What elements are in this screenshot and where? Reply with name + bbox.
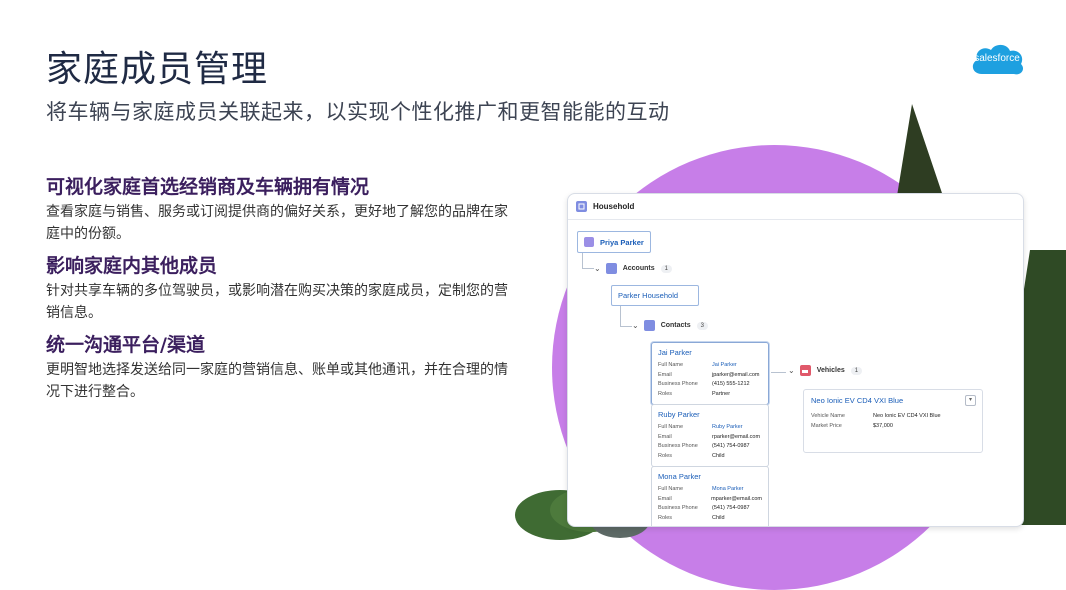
feature-section-1: 可视化家庭首选经销商及车辆拥有情况 查看家庭与销售、服务或订阅提供商的偏好关系，… (46, 174, 516, 245)
feature-section-3: 统一沟通平台/渠道 更明智地选择发送给同一家庭的营销信息、账单或其他通讯，并在合… (46, 332, 516, 403)
vehicle-card[interactable]: ▾ Neo Ionic EV CD4 VXI Blue Vehicle Name… (803, 389, 983, 453)
field-label: Email (658, 433, 672, 440)
field-value: mparker@email.com (711, 495, 762, 502)
page-subtitle: 将车辆与家庭成员关联起来，以实现个性化推广和更智能能的互动 (46, 100, 670, 124)
contact-card[interactable]: Ruby Parker Full Name Ruby Parker Email rp… (651, 404, 769, 467)
field-value: jparker@email.com (712, 371, 760, 378)
field-value: Child (712, 514, 725, 521)
vehicles-count-badge: 1 (850, 366, 863, 375)
field-label: Full Name (658, 486, 684, 492)
field-label: Full Name (658, 424, 684, 430)
feature-body: 针对共享车辆的多位驾驶员，或影响潜在购买决策的家庭成员，定制您的营销信息。 (46, 283, 508, 321)
feature-heading: 统一沟通平台/渠道 (46, 334, 205, 356)
field-value: (541) 754-0987 (712, 443, 750, 449)
field-label: Email (658, 371, 672, 378)
field-value[interactable]: Ruby Parker (712, 423, 743, 433)
vehicles-label: Vehicles (816, 367, 845, 374)
field-value: Partner (712, 390, 731, 397)
logo-text: salesforce (974, 53, 1020, 64)
field-label: Roles (658, 514, 673, 521)
feature-section-2: 影响家庭内其他成员 针对共享车辆的多位驾驶员，或影响潜在购买决策的家庭成员，定制… (46, 253, 516, 324)
field-value: $37,000 (873, 422, 893, 429)
field-label: Business Phone (658, 443, 698, 449)
chevron-down-icon[interactable]: ⌄ (788, 366, 795, 375)
dropdown-chevron-icon[interactable]: ▾ (965, 395, 976, 406)
field-label: Roles (658, 452, 673, 459)
field-label: Business Phone (658, 381, 698, 387)
feature-heading: 影响家庭内其他成员 (46, 255, 218, 277)
field-label: Vehicle Name (811, 413, 845, 419)
field-label: Email (658, 495, 672, 502)
contacts-group[interactable]: ⌄ Contacts 3 (632, 320, 708, 331)
accounts-group[interactable]: ⌄ Accounts 1 (594, 263, 672, 274)
field-value: rparker@email.com (712, 433, 761, 440)
field-value[interactable]: Mona Parker (712, 485, 744, 495)
chevron-down-icon[interactable]: ⌄ (632, 321, 639, 330)
field-label: Roles (658, 390, 673, 397)
contact-card-name[interactable]: Jai Parker (658, 348, 762, 357)
account-name: Parker Household (618, 291, 679, 300)
field-value[interactable]: Jai Parker (712, 361, 737, 371)
root-contact-name: Priya Parker (600, 237, 644, 247)
contact-icon (584, 237, 594, 247)
field-value: (415) 555-1212 (712, 381, 750, 387)
field-value: Neo Ionic EV CD4 VXI Blue (873, 413, 941, 419)
panel-header: Household (568, 194, 1023, 220)
chevron-down-icon[interactable]: ⌄ (594, 264, 601, 273)
feature-list: 可视化家庭首选经销商及车辆拥有情况 查看家庭与销售、服务或订阅提供商的偏好关系，… (46, 174, 516, 411)
contact-card-name[interactable]: Ruby Parker (658, 410, 762, 419)
contacts-label: Contacts (660, 322, 691, 329)
vehicles-group[interactable]: ⌄ Vehicles 1 (788, 365, 863, 376)
contact-card[interactable]: Mona Parker Full Name Mona Parker Email mp… (651, 466, 769, 526)
feature-body: 查看家庭与销售、服务或订阅提供商的偏好关系，更好地了解您的品牌在家庭中的份额。 (46, 204, 508, 242)
accounts-label: Accounts (622, 265, 655, 272)
field-value: (541) 754-0987 (712, 505, 750, 511)
car-icon (799, 365, 811, 376)
account-node[interactable]: Parker Household (611, 285, 699, 306)
accounts-count-badge: 1 (660, 264, 672, 273)
field-label: Market Price (811, 422, 842, 429)
salesforce-logo: salesforce (968, 40, 1026, 80)
feature-heading: 可视化家庭首选经销商及车辆拥有情况 (46, 176, 370, 198)
field-label: Business Phone (658, 505, 698, 511)
contact-icon (643, 320, 655, 331)
root-contact-node[interactable]: Priya Parker (577, 231, 651, 253)
field-label: Full Name (658, 362, 684, 368)
contact-card[interactable]: Jai Parker Full Name Jai Parker Email jpar… (651, 342, 769, 405)
field-value: Child (712, 452, 725, 459)
feature-body: 更明智地选择发送给同一家庭的营销信息、账单或其他通讯，并在合理的情况下进行整合。 (46, 362, 508, 400)
panel-title: Household (593, 202, 635, 211)
household-icon (576, 201, 587, 212)
vehicle-card-title[interactable]: Neo Ionic EV CD4 VXI Blue (811, 396, 975, 405)
page-title: 家庭成员管理 (46, 49, 269, 90)
household-panel: Household Priya Parker ⌄ Accounts 1 Park… (567, 193, 1024, 527)
contacts-count-badge: 3 (696, 321, 708, 330)
account-icon (605, 263, 617, 274)
contact-card-name[interactable]: Mona Parker (658, 472, 762, 481)
